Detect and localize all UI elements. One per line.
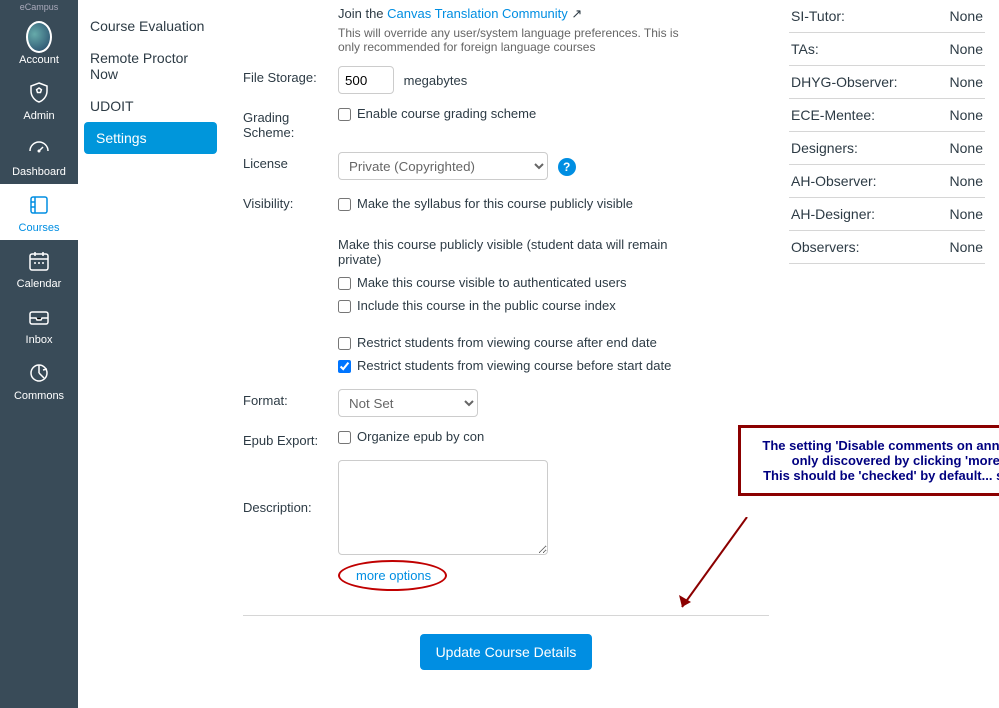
role-value: None: [950, 8, 983, 24]
role-row: AH-Designer: None: [789, 198, 985, 231]
restrict-after-text: Restrict students from viewing course af…: [357, 335, 657, 350]
role-name: AH-Designer:: [791, 206, 875, 222]
update-course-details-button[interactable]: Update Course Details: [420, 634, 593, 670]
license-select[interactable]: Private (Copyrighted): [338, 152, 548, 180]
role-row: TAs: None: [789, 33, 985, 66]
nav-admin[interactable]: Admin: [0, 72, 78, 128]
vis-public-text: Make this course publicly visible (stude…: [338, 215, 698, 271]
nav-commons[interactable]: Commons: [0, 352, 78, 408]
annotation-line2: only discovered by clicking 'more option…: [755, 453, 999, 468]
nav-commons-label: Commons: [14, 390, 64, 402]
file-storage-unit: megabytes: [404, 73, 468, 88]
nav-courses[interactable]: Courses: [0, 184, 78, 240]
annotation-line3: This should be 'checked' by default... s…: [755, 468, 999, 483]
vis-syllabus-text: Make the syllabus for this course public…: [357, 196, 633, 211]
cn-udoit[interactable]: UDOIT: [78, 90, 223, 122]
role-row: SI-Tutor: None: [789, 0, 985, 33]
role-name: DHYG-Observer:: [791, 74, 898, 90]
annotation-callout: The setting 'Disable comments on announc…: [738, 425, 999, 496]
nav-courses-label: Courses: [19, 222, 60, 234]
canvas-translation-link[interactable]: Canvas Translation Community: [387, 6, 568, 21]
more-options-highlight: more options: [338, 560, 447, 591]
role-value: None: [950, 206, 983, 222]
grading-label: Grading Scheme:: [243, 106, 338, 140]
brand-label: eCampus: [0, 0, 78, 16]
nav-dashboard[interactable]: Dashboard: [0, 128, 78, 184]
epub-label: Epub Export:: [243, 429, 338, 448]
join-prefix: Join the: [338, 6, 387, 21]
format-label: Format:: [243, 389, 338, 408]
role-row: ECE-Mentee: None: [789, 99, 985, 132]
vis-syllabus-checkbox[interactable]: [338, 198, 351, 211]
nav-account[interactable]: Account: [0, 16, 78, 72]
nav-calendar[interactable]: Calendar: [0, 240, 78, 296]
role-name: AH-Observer:: [791, 173, 877, 189]
role-name: Designers:: [791, 140, 858, 156]
restrict-before-checkbox[interactable]: [338, 360, 351, 373]
calendar-icon: [26, 248, 52, 274]
role-row: DHYG-Observer: None: [789, 66, 985, 99]
vis-index-text: Include this course in the public course…: [357, 298, 616, 313]
role-row: Observers: None: [789, 231, 985, 264]
more-options-link[interactable]: more options: [356, 564, 431, 587]
commons-icon: [26, 360, 52, 386]
role-row: AH-Observer: None: [789, 165, 985, 198]
role-name: TAs:: [791, 41, 819, 57]
restrict-after-checkbox[interactable]: [338, 337, 351, 350]
file-storage-input[interactable]: [338, 66, 394, 94]
cn-settings[interactable]: Settings: [84, 122, 217, 154]
divider: [243, 615, 769, 616]
role-name: ECE-Mentee:: [791, 107, 875, 123]
external-link-icon: ↗: [571, 6, 582, 21]
role-name: SI-Tutor:: [791, 8, 845, 24]
avatar-icon: [26, 24, 52, 50]
nav-inbox-label: Inbox: [26, 334, 53, 346]
help-icon[interactable]: ?: [558, 158, 576, 176]
course-nav: Course Evaluation Remote Proctor Now UDO…: [78, 0, 223, 708]
vis-auth-checkbox[interactable]: [338, 277, 351, 290]
vis-index-checkbox[interactable]: [338, 300, 351, 313]
settings-form: Join the Canvas Translation Community ↗ …: [223, 0, 789, 708]
visibility-label: Visibility:: [243, 192, 338, 211]
cn-remote-proctor[interactable]: Remote Proctor Now: [78, 42, 223, 90]
role-value: None: [950, 173, 983, 189]
nav-account-label: Account: [19, 54, 59, 66]
description-label: Description:: [243, 460, 338, 515]
vis-auth-text: Make this course visible to authenticate…: [357, 275, 627, 290]
restrict-before-text: Restrict students from viewing course be…: [357, 358, 671, 373]
role-value: None: [950, 140, 983, 156]
role-value: None: [950, 239, 983, 255]
gauge-icon: [26, 136, 52, 162]
nav-inbox[interactable]: Inbox: [0, 296, 78, 352]
description-textarea[interactable]: [338, 460, 548, 555]
role-value: None: [950, 41, 983, 57]
nav-dashboard-label: Dashboard: [12, 166, 66, 178]
nav-admin-label: Admin: [23, 110, 54, 122]
license-label: License: [243, 152, 338, 171]
annotation-line1: The setting 'Disable comments on announc…: [755, 438, 999, 453]
role-name: Observers:: [791, 239, 859, 255]
grading-scheme-text: Enable course grading scheme: [357, 106, 536, 121]
inbox-icon: [26, 304, 52, 330]
join-note: This will override any user/system langu…: [338, 26, 698, 54]
grading-scheme-checkbox[interactable]: [338, 108, 351, 121]
epub-organize-text: Organize epub by con: [357, 429, 484, 444]
role-value: None: [950, 107, 983, 123]
role-value: None: [950, 74, 983, 90]
roles-list: SI-Tutor: None TAs: None DHYG-Observer: Non…: [789, 0, 999, 708]
cn-course-evaluation[interactable]: Course Evaluation: [78, 10, 223, 42]
global-nav: eCampus Account Admin Dashboard Courses: [0, 0, 78, 708]
format-select[interactable]: Not Set: [338, 389, 478, 417]
nav-calendar-label: Calendar: [17, 278, 62, 290]
role-row: Designers: None: [789, 132, 985, 165]
book-icon: [26, 192, 52, 218]
shield-icon: [26, 80, 52, 106]
file-storage-label: File Storage:: [243, 66, 338, 85]
epub-organize-checkbox[interactable]: [338, 431, 351, 444]
